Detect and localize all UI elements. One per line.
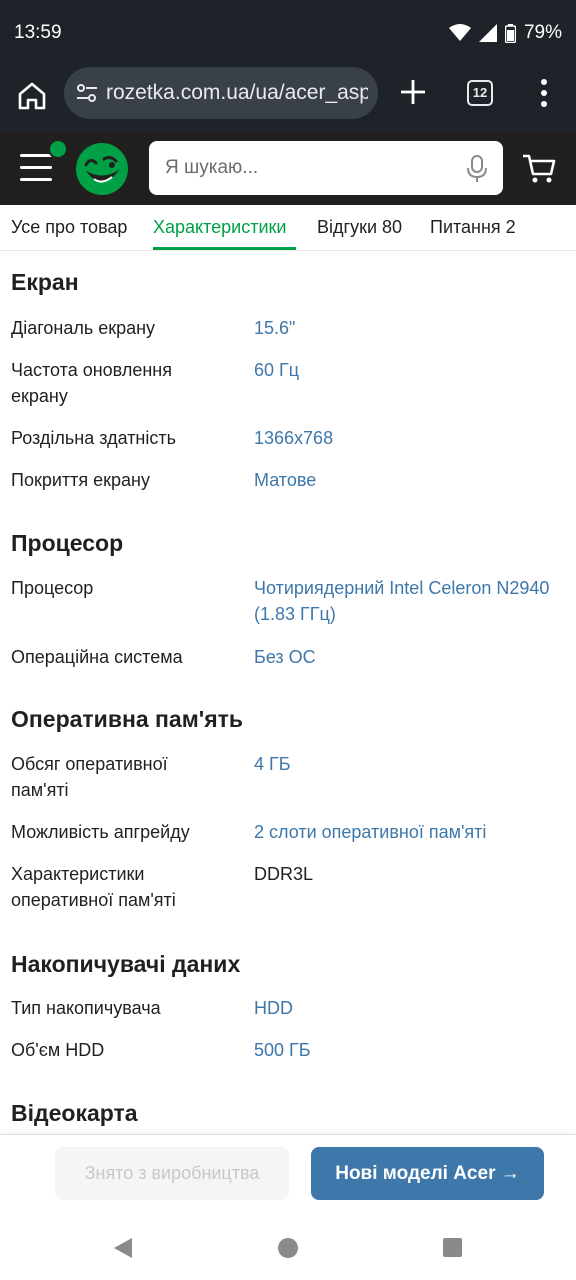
menu-icon[interactable] [20,154,54,184]
search-input[interactable] [165,141,445,195]
tab-switcher-button[interactable]: 12 [467,80,493,106]
new-tab-icon[interactable] [398,77,428,107]
spec-value-link[interactable]: Матове [254,467,570,493]
spec-value-link[interactable]: Без ОС [254,644,570,670]
address-bar[interactable]: rozetka.com.ua/ua/acer_aspire [64,67,378,119]
spec-value-link[interactable]: 500 ГБ [254,1037,570,1063]
spec-value-link[interactable]: 60 Гц [254,357,570,383]
battery-level: 79% [523,22,562,43]
spec-label: Можливість апгрейду [11,822,190,842]
section-title-screen: Екран [11,269,79,295]
site-header [0,132,576,205]
microphone-icon[interactable] [465,155,489,183]
section-title-gpu: Відеокарта [11,1100,138,1126]
recent-apps-icon[interactable] [443,1238,462,1257]
spec-label: Частота оновлення екрану [11,360,172,406]
home-nav-icon[interactable] [278,1238,298,1258]
spec-label: Обсяг оперативної пам'яті [11,754,168,800]
section-title-ram: Оперативна пам'ять [11,706,244,732]
new-models-button[interactable]: Нові моделі Acer → [311,1147,544,1200]
home-icon[interactable] [14,78,50,114]
tab-all-about-product[interactable]: Усе про товар [11,217,127,238]
spec-label: Об'єм HDD [11,1040,105,1060]
site-settings-icon[interactable] [76,81,98,105]
spec-value-link[interactable]: 2 слоти оперативної пам'яті [254,819,570,845]
spec-label: Операційна система [11,647,183,667]
battery-icon [504,23,516,43]
notification-dot [48,139,68,159]
tab-reviews[interactable]: Відгуки 80 [317,217,402,238]
browser-toolbar: rozetka.com.ua/ua/acer_aspire 12 [0,64,576,132]
wifi-icon [448,24,471,41]
cart-icon[interactable] [521,150,557,186]
section-title-storage: Накопичувачі даних [11,951,241,977]
status-icons: 79% [448,22,562,44]
bottom-action-bar: Знято з виробництва Нові моделі Acer → [0,1134,576,1214]
product-tabs: Усе про товар Характеристики Відгуки 80 … [0,205,576,251]
status-time: 13:59 [14,22,62,43]
spec-label: Покриття екрану [11,470,150,490]
spec-label: Роздільна здатність [11,428,176,448]
signal-icon [478,24,497,42]
spec-label: Характеристики оперативної пам'яті [11,864,176,910]
discontinued-button: Знято з виробництва [55,1147,289,1200]
system-nav-bar [0,1214,576,1280]
active-tab-indicator [153,247,296,250]
url-text[interactable]: rozetka.com.ua/ua/acer_aspire [106,81,368,105]
spec-value-link[interactable]: HDD [254,995,570,1021]
spec-value-link[interactable]: Чотириядерний Intel Celeron N2940 (1.83 … [254,575,570,627]
status-bar: 13:59 79% [0,0,576,64]
more-options-icon[interactable] [534,78,554,108]
rozetka-logo-icon[interactable] [74,141,130,197]
spec-value-link[interactable]: 15.6" [254,315,570,341]
back-icon[interactable] [112,1236,134,1260]
spec-value-link[interactable]: 4 ГБ [254,751,570,777]
search-box[interactable] [149,141,503,195]
tab-questions[interactable]: Питання 2 [430,217,516,238]
spec-label: Процесор [11,578,94,598]
tab-characteristics[interactable]: Характеристики [153,217,286,238]
section-title-processor: Процесор [11,530,124,556]
spec-label: Діагональ екрану [11,318,156,338]
spec-value-link[interactable]: 1366x768 [254,425,570,451]
spec-label: Тип накопичувача [11,998,161,1018]
spec-value: DDR3L [254,864,314,884]
